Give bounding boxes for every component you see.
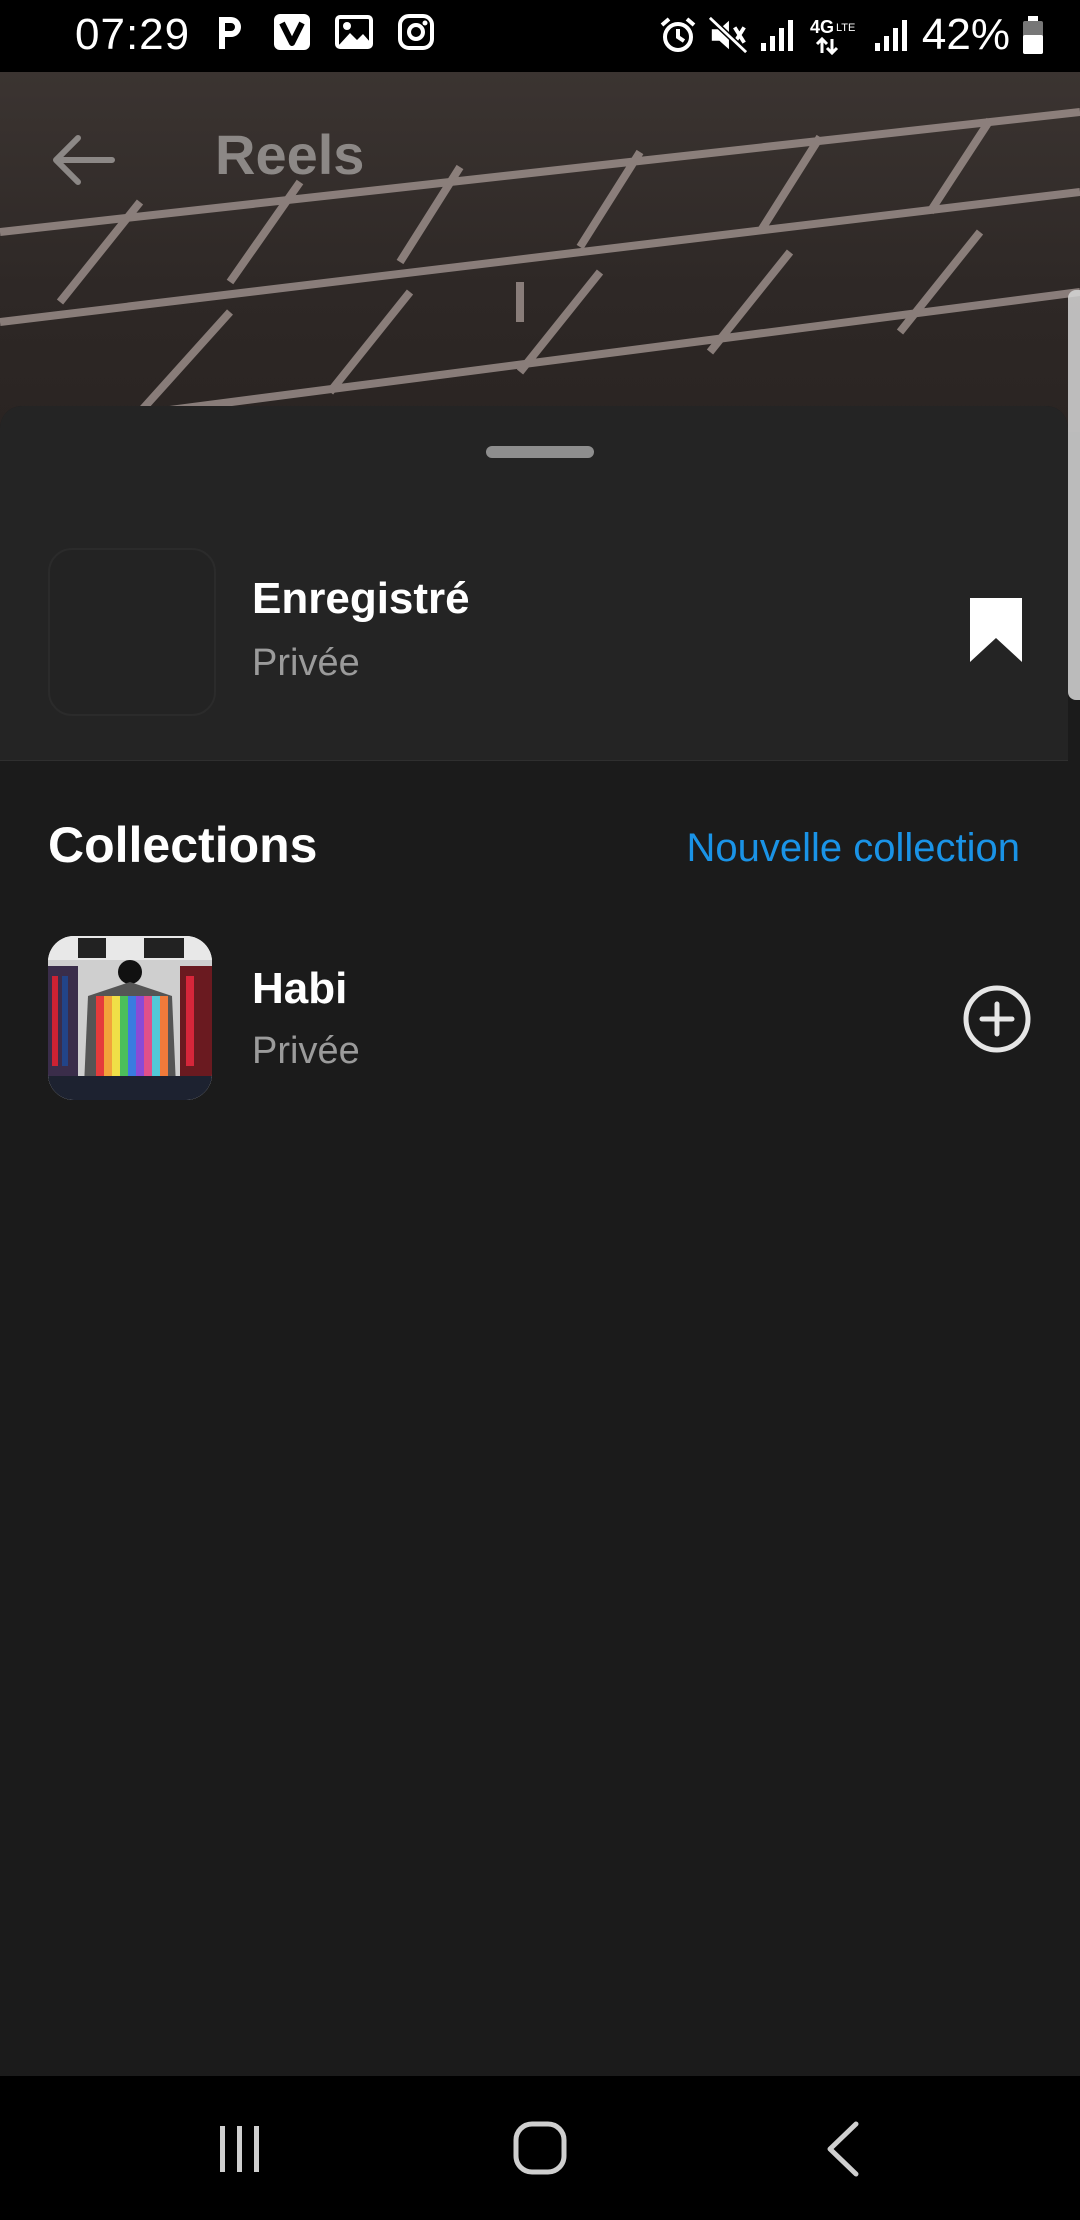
collection-title: Habi	[252, 964, 348, 1013]
battery-icon	[1020, 15, 1046, 55]
system-nav-bar	[0, 2076, 1080, 2220]
mute-vibrate-icon	[707, 15, 748, 55]
signal-icon	[758, 15, 798, 55]
add-circle-icon[interactable]	[962, 984, 1032, 1054]
signal-icon	[872, 15, 912, 55]
saved-section: Enregistré Privée	[0, 406, 1068, 761]
collection-row[interactable]: Habi Privée	[0, 928, 1068, 1100]
parking-p-icon	[210, 12, 250, 52]
back-icon[interactable]	[822, 2120, 862, 2178]
gallery-image-icon	[334, 12, 374, 52]
status-notification-icons	[210, 12, 436, 52]
viber-v-icon	[272, 12, 312, 52]
sheet-drag-handle[interactable]	[486, 446, 594, 458]
collection-privacy: Privée	[252, 1030, 360, 1072]
svg-text:LTE: LTE	[836, 22, 855, 34]
instagram-icon	[396, 12, 436, 52]
svg-text:4G: 4G	[810, 17, 834, 37]
collection-thumbnail	[48, 936, 212, 1100]
saved-privacy: Privée	[252, 642, 360, 684]
recent-apps-icon[interactable]	[216, 2124, 264, 2174]
reels-header: Reels	[0, 72, 1080, 242]
page-title: Reels	[215, 123, 365, 186]
saved-thumbnail	[48, 548, 216, 716]
status-time: 07:29	[75, 10, 191, 59]
save-bottom-sheet: Enregistré Privée Collections Nouvelle c…	[0, 406, 1068, 2076]
saved-title: Enregistré	[252, 574, 470, 623]
battery-percent: 42%	[921, 10, 1010, 59]
alarm-icon	[658, 15, 698, 55]
collections-heading: Collections	[48, 817, 318, 873]
new-collection-link[interactable]: Nouvelle collection	[686, 826, 1020, 871]
home-icon[interactable]	[512, 2120, 568, 2176]
status-bar: 07:29 4G LTE 42%	[0, 0, 1080, 72]
back-arrow-icon[interactable]	[48, 130, 118, 190]
status-system-icons: 4G LTE 42%	[658, 10, 1046, 60]
scroll-indicator	[1068, 290, 1080, 700]
bookmark-icon[interactable]	[968, 596, 1024, 664]
4g-lte-icon: 4G LTE	[808, 15, 862, 55]
